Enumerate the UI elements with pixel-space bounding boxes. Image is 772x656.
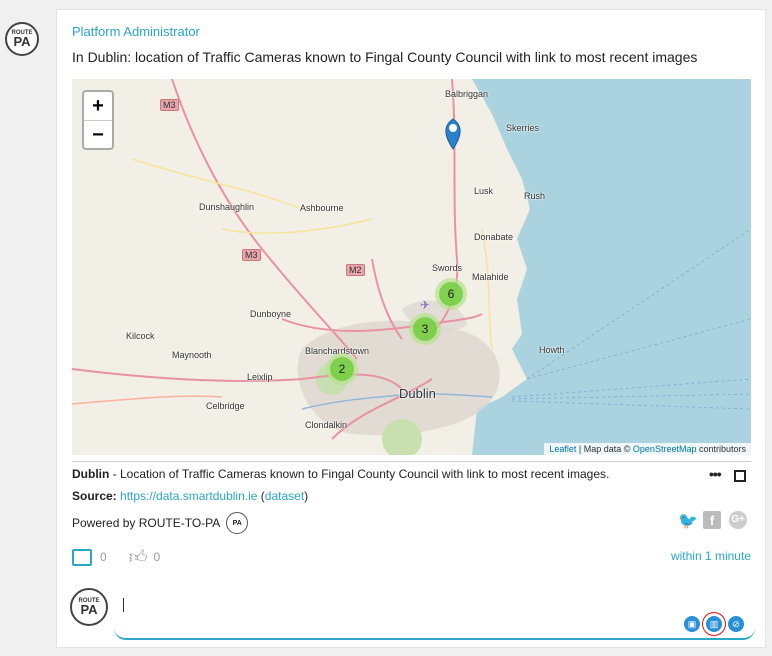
place-label: Lusk (474, 186, 494, 196)
current-user-avatar: ROUTE PA (70, 588, 108, 626)
comment-input[interactable]: ▣ ▥ ⊘ (114, 594, 755, 640)
attachment-icon[interactable]: ⊘ (728, 616, 744, 632)
facebook-icon[interactable]: f (703, 511, 721, 529)
author-avatar[interactable]: ROUTE PA (5, 22, 39, 56)
post-time[interactable]: within 1 minute (671, 549, 751, 563)
map-attribution: Leaflet | Map data © OpenStreetMap contr… (544, 443, 751, 455)
marker-cluster[interactable]: 3 (409, 313, 441, 345)
marker-cluster[interactable]: 6 (435, 278, 467, 310)
place-label: Leixlip (247, 372, 273, 382)
thumbs-up-icon[interactable]: 👍︎ (129, 546, 148, 568)
place-label: Malahide (472, 272, 509, 282)
place-label: Clondalkin (305, 420, 348, 430)
zoom-in-button[interactable]: + (84, 92, 112, 121)
post-card: Platform Administrator In Dublin: locati… (57, 10, 765, 647)
author-name[interactable]: Platform Administrator (72, 24, 200, 39)
route-to-pa-logo: PA (226, 512, 249, 534)
comment-count: 0 (100, 550, 107, 564)
place-label: Skerries (506, 123, 540, 133)
fullscreen-icon[interactable] (734, 470, 746, 482)
place-label: Dunboyne (250, 309, 292, 319)
place-label: Swords (432, 263, 463, 273)
divider (72, 461, 751, 462)
chart-icon[interactable]: ▥ (706, 616, 722, 632)
osm-link[interactable]: OpenStreetMap (633, 444, 697, 454)
source-link[interactable]: https://data.smartdublin.ie (120, 489, 257, 503)
place-label: Donabate (474, 232, 514, 242)
map-view[interactable]: ✈ + − M3 M3 M2 Balbriggan Skerries Lusk … (72, 79, 751, 455)
road-sign: M3 (160, 99, 179, 111)
place-label: Ashbourne (300, 203, 344, 213)
zoom-out-button[interactable]: − (84, 121, 112, 149)
place-label: Maynooth (172, 350, 212, 360)
dataset-link[interactable]: dataset (265, 489, 304, 503)
google-plus-icon[interactable]: G+ (729, 511, 747, 529)
powered-by: Powered by ROUTE-TO-PA PA (72, 512, 249, 534)
marker-cluster[interactable]: 2 (326, 353, 358, 385)
folder-icon[interactable]: ▣ (684, 616, 700, 632)
post-description: In Dublin: location of Traffic Cameras k… (72, 49, 698, 65)
place-label: Kilcock (126, 331, 155, 341)
text-cursor (123, 598, 124, 612)
post-actions: 0 👍︎ 0 (72, 546, 160, 568)
place-label: Dublin (399, 386, 436, 401)
svg-text:✈: ✈ (420, 298, 430, 312)
place-label: Dunshaughlin (199, 202, 255, 212)
road-sign: M3 (242, 249, 261, 261)
comment-icon[interactable] (72, 548, 92, 566)
place-label: Rush (524, 191, 546, 201)
more-options-icon[interactable]: ••• (709, 466, 722, 482)
leaflet-link[interactable]: Leaflet (549, 444, 576, 454)
zoom-control: + − (82, 90, 114, 150)
road-sign: M2 (346, 264, 365, 276)
source-line: Source: https://data.smartdublin.ie (dat… (72, 489, 309, 503)
map-caption: Dublin - Location of Traffic Cameras kno… (72, 467, 610, 481)
twitter-icon[interactable]: 🐦 (678, 511, 698, 531)
place-label: Balbriggan (445, 89, 489, 99)
place-label: Howth (539, 345, 565, 355)
map-marker-icon (445, 118, 461, 150)
like-count: 0 (153, 550, 161, 564)
place-label: Celbridge (206, 401, 245, 411)
